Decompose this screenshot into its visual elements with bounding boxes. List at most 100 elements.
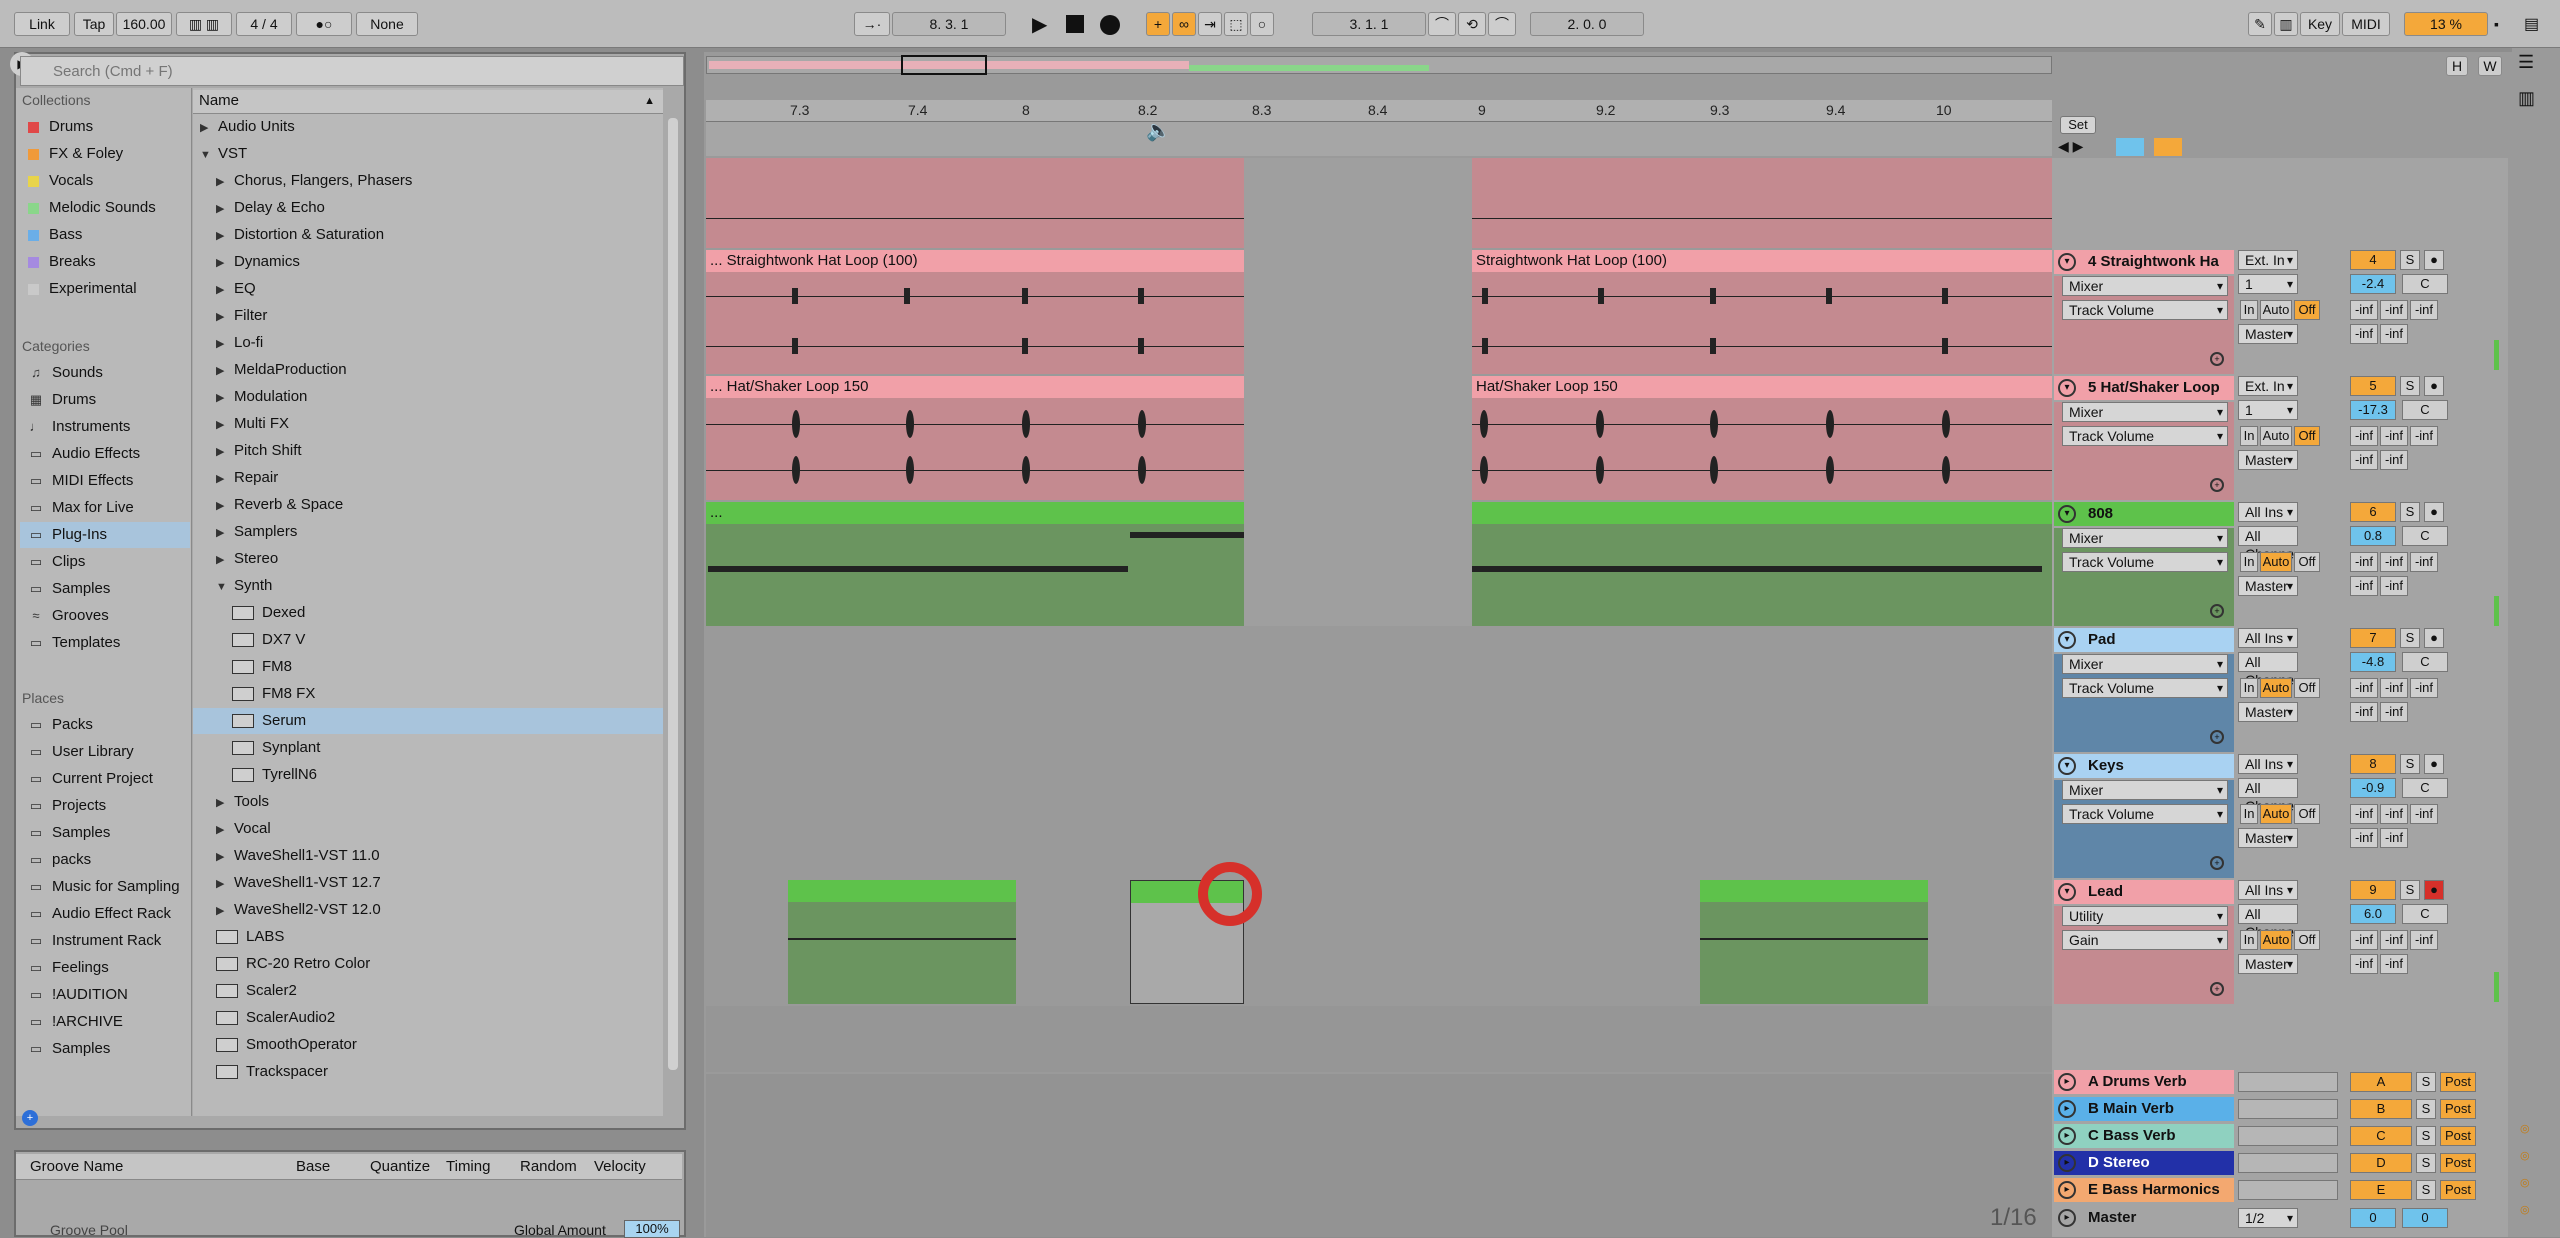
overview-viewport[interactable] [901,55,987,75]
track-name[interactable]: Keys [2054,754,2234,778]
tree-item[interactable]: Serum [193,708,663,734]
device-chooser[interactable]: Mixer [2062,528,2228,548]
session-record-icon[interactable]: ○ [1250,12,1274,36]
place-8[interactable]: ▭ Instrument Rack [20,928,190,954]
groove-header[interactable]: Quantize [370,1158,430,1175]
place-11[interactable]: ▭ !ARCHIVE [20,1009,190,1035]
fold-icon[interactable]: ▾ [2058,505,2076,523]
tree-item[interactable]: ▶ Modulation [216,384,660,410]
parameter-chooser[interactable]: Track Volume [2062,552,2228,572]
master-track-name[interactable]: Master [2054,1206,2234,1230]
output-route[interactable]: Master [2238,450,2298,470]
tree-item[interactable]: ▶ WaveShell1-VST 11.0 [216,843,660,869]
volume-field[interactable]: -4.8 [2350,652,2396,672]
automation-arm-icon[interactable]: ∞ [1172,12,1196,36]
place-6[interactable]: ▭ Music for Sampling [20,874,190,900]
record-icon[interactable] [1100,15,1120,35]
midi-map-button[interactable]: MIDI [2342,12,2390,36]
clip-lead-1[interactable] [788,880,1016,1004]
category-3[interactable]: ▭ Audio Effects [20,441,190,467]
master-volume[interactable]: 0 [2350,1208,2396,1228]
tree-item[interactable]: ▶ Multi FX [216,411,660,437]
master-route[interactable]: 1/2 [2238,1208,2298,1228]
return-solo[interactable]: S [2416,1180,2436,1200]
monitor-in[interactable]: In [2240,552,2258,572]
return-solo[interactable]: S [2416,1153,2436,1173]
prev-locator-icon[interactable]: ◀ ▶ [2058,138,2083,155]
monitor-auto[interactable]: Auto [2260,426,2292,446]
place-5[interactable]: ▭ packs [20,847,190,873]
monitor-off[interactable]: Off [2294,552,2320,572]
return-track-name[interactable]: E Bass Harmonics [2054,1178,2234,1202]
return-track-name[interactable]: D Stereo [2054,1151,2234,1175]
input-channel[interactable]: All Channe [2238,904,2298,941]
input-channel[interactable]: 1 [2238,400,2298,420]
track-number[interactable]: 9 [2350,880,2396,900]
return-post[interactable]: Post [2440,1180,2476,1200]
track-name[interactable]: Pad [2054,628,2234,652]
time-signature[interactable]: 4 / 4 [236,12,292,36]
loop-start[interactable]: 3. 1. 1 [1312,12,1426,36]
tree-item[interactable]: DX7 V [232,627,660,653]
pan-field[interactable]: C [2402,778,2448,798]
parameter-chooser[interactable]: Track Volume [2062,300,2228,320]
category-0[interactable]: ♫ Sounds [20,360,190,386]
pan-field[interactable]: C [2402,652,2448,672]
place-3[interactable]: ▭ Projects [20,793,190,819]
category-10[interactable]: ▭ Templates [20,630,190,656]
tree-item[interactable]: ▶ Samplers [216,519,660,545]
punch-in-icon[interactable]: ⌒ [1428,12,1456,36]
song-position[interactable]: 8. 3. 1 [892,12,1006,36]
return-fold-icon[interactable]: ▸ [2058,1154,2076,1172]
track-number[interactable]: 7 [2350,628,2396,648]
solo-button[interactable]: S [2400,250,2420,270]
fold-icon[interactable]: ▾ [2058,757,2076,775]
return-route[interactable] [2238,1153,2338,1173]
return-solo[interactable]: S [2416,1099,2436,1119]
stop-icon[interactable] [1066,15,1084,33]
collection-5[interactable]: Breaks [20,249,190,275]
monitor-in[interactable]: In [2240,804,2258,824]
return-track-name[interactable]: C Bass Verb [2054,1124,2234,1148]
add-folder-icon[interactable]: + [22,1110,38,1126]
lane-pad[interactable] [706,628,2052,752]
return-post[interactable]: Post [2440,1099,2476,1119]
metro-icons[interactable]: ▥ ▥ [176,12,232,36]
groove-header[interactable]: Groove Name [30,1158,123,1175]
track-number[interactable]: 8 [2350,754,2396,774]
tree-item[interactable]: ▶ Dynamics [216,249,660,275]
monitor-off[interactable]: Off [2294,804,2320,824]
volume-field[interactable]: 6.0 [2350,904,2396,924]
output-route[interactable]: Master [2238,702,2298,722]
input-type[interactable]: All Ins [2238,880,2298,900]
menu-icon[interactable]: ☰ [2518,52,2534,73]
keyboard-icon[interactable]: ▥ [2274,12,2298,36]
master-pan[interactable]: 0 [2402,1208,2448,1228]
tree-item[interactable]: Dexed [232,600,660,626]
arm-icon[interactable]: ● [2424,754,2444,774]
tree-item[interactable]: ▶ Filter [216,303,660,329]
output-route[interactable]: Master [2238,576,2298,596]
global-amount-value[interactable]: 100% [624,1220,680,1238]
collection-4[interactable]: Bass [20,222,190,248]
output-route[interactable]: Master [2238,954,2298,974]
monitor-off[interactable]: Off [2294,426,2320,446]
return-post[interactable]: Post [2440,1072,2476,1092]
tree-item[interactable]: ▶ EQ [216,276,660,302]
tree-item[interactable]: ▶ Pitch Shift [216,438,660,464]
tree-item[interactable]: ScalerAudio2 [216,1005,660,1031]
tap-button[interactable]: Tap [74,12,114,36]
return-letter[interactable]: A [2350,1072,2412,1092]
monitor-in[interactable]: In [2240,930,2258,950]
arm-icon[interactable]: ● [2424,880,2444,900]
input-channel[interactable]: All Channe [2238,526,2298,563]
monitor-auto[interactable]: Auto [2260,552,2292,572]
clip-hat2-b[interactable]: Hat/Shaker Loop 150 [1472,376,2052,398]
return-fold-icon[interactable]: ▸ [2058,1127,2076,1145]
monitor-in[interactable]: In [2240,426,2258,446]
tree-item[interactable]: ▶ WaveShell1-VST 12.7 [216,870,660,896]
volume-field[interactable]: -17.3 [2350,400,2396,420]
input-type[interactable]: All Ins [2238,502,2298,522]
track-number[interactable]: 4 [2350,250,2396,270]
return-fold-icon[interactable]: ▸ [2058,1100,2076,1118]
